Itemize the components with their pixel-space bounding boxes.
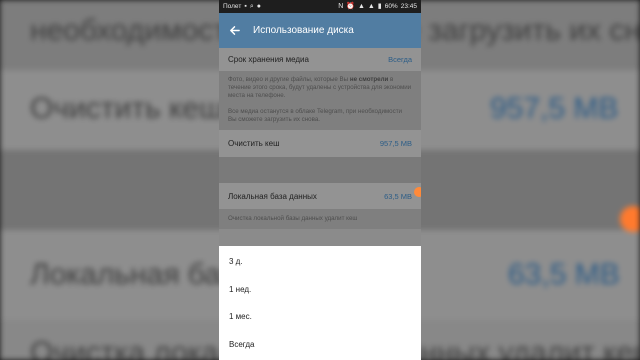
clear-cache-label: Очистить кеш (228, 139, 280, 148)
info-text: Фото, видео и другие файлы, которые Вы (228, 76, 350, 83)
search-icon: ⌕ (249, 3, 254, 10)
media-ttl-row[interactable]: Срок хранения медиа Всегда (219, 48, 421, 71)
page-title: Использование диска (253, 25, 354, 36)
ttl-options-dialog: 3 д. 1 нед. 1 мес. Всегда (219, 246, 421, 360)
local-db-info: Очистка локальной базы данных удалит кеш (219, 209, 421, 229)
option-3-days[interactable]: 3 д. (219, 248, 421, 276)
info-text-bold: не смотрели (349, 76, 389, 83)
status-bar: Полет ▪ ⌕ ● N ⏰ ▲ ▲ ▮ 60% 23:45 (219, 0, 421, 13)
section-divider (219, 157, 421, 183)
option-forever[interactable]: Всегда (219, 331, 421, 359)
carrier-label: Полет (223, 3, 242, 10)
option-1-week[interactable]: 1 нед. (219, 276, 421, 304)
option-1-month[interactable]: 1 мес. (219, 303, 421, 331)
back-button[interactable] (227, 24, 241, 38)
phone-screen: Полет ▪ ⌕ ● N ⏰ ▲ ▲ ▮ 60% 23:45 Использо… (219, 0, 421, 360)
bg-clear-cache-value: 957,5 MB (490, 92, 619, 125)
clear-cache-row[interactable]: Очистить кеш 957,5 MB (219, 130, 421, 157)
media-ttl-info: Фото, видео и другие файлы, которые Вы н… (219, 71, 421, 130)
chat-icon: ● (256, 3, 261, 10)
battery-icon: ▮ (377, 3, 382, 10)
local-db-label: Локальная база данных (228, 191, 317, 201)
camera-icon: ▪ (244, 3, 247, 10)
alarm-icon: ⏰ (346, 3, 355, 10)
bg-clear-cache: Очистить кеш (30, 92, 224, 125)
media-ttl-label: Срок хранения медиа (228, 55, 309, 64)
info-paragraph: Все медиа останутся в облаке Telegram, п… (228, 108, 403, 123)
app-bar: Использование диска (219, 13, 421, 48)
orange-dot (414, 187, 421, 197)
battery-percent: 60% (384, 3, 398, 10)
clock: 23:45 (400, 3, 417, 10)
arrow-left-icon (229, 26, 240, 35)
clear-cache-value: 957,5 MB (379, 139, 412, 148)
signal-icon: ▲ (357, 3, 365, 10)
local-db-row[interactable]: Локальная база данных 63,5 MB (219, 183, 421, 209)
nfc-icon: N (338, 3, 344, 10)
bg-local-db-value: 63,5 MB (508, 258, 620, 291)
local-db-value: 63,5 MB (384, 191, 412, 201)
bg-orange-dot (620, 206, 640, 232)
signal-icon: ▲ (367, 3, 375, 10)
bg-local-db: Локальная база (30, 258, 252, 291)
media-ttl-value: Всегда (388, 55, 412, 64)
info-paragraph: Фото, видео и другие файлы, которые Вы н… (228, 76, 412, 100)
